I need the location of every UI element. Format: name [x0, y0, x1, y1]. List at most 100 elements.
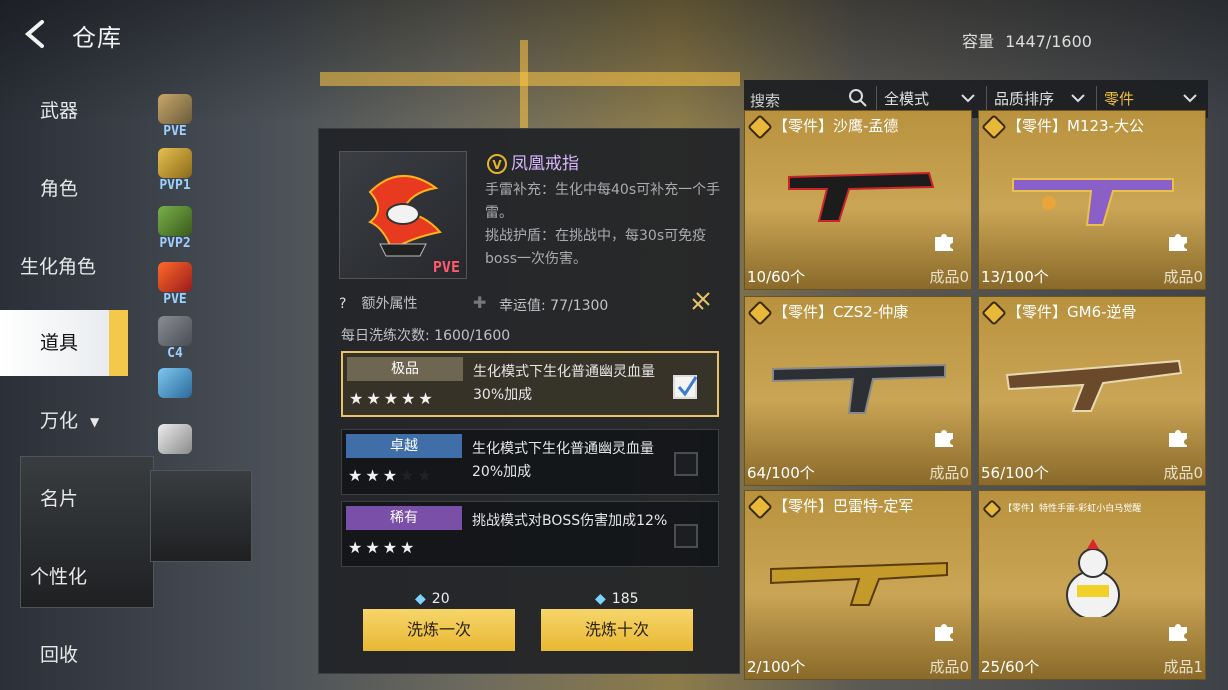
nav-label: 武器 [40, 100, 79, 122]
part-card[interactable]: 【零件】CZS2-仲康 64/100个 成品0 [744, 296, 972, 486]
puzzle-piece-icon [935, 624, 953, 641]
nav-item-props[interactable]: 道具 [0, 310, 128, 376]
item-icon [158, 424, 192, 454]
mode-value: 全模式 [884, 90, 930, 108]
part-name: 【零件】CZS2-仲康 [747, 299, 909, 326]
v-badge-icon [981, 113, 1007, 140]
stars-empty: ★★ [400, 466, 435, 485]
diamond-icon: ◆ [595, 591, 606, 607]
capacity-label: 容量 [962, 32, 995, 51]
item-detail-panel: PVE V 凤凰戒指 手雷补充：生化中每40s可补充一个手雷。 挑战护盾：在挑战中… [318, 128, 740, 674]
part-name-text: 【零件】M123-大公 [1007, 117, 1144, 135]
back-button[interactable] [18, 16, 54, 52]
v-badge-icon [747, 113, 773, 140]
strip-item[interactable]: PVE [152, 258, 198, 320]
nav-item-recycle[interactable]: 回收 [0, 622, 128, 688]
part-name: 【零件】沙鹰-孟德 [747, 113, 898, 140]
chevron-down-icon [1071, 94, 1085, 103]
strip-item[interactable]: PVE [152, 90, 198, 152]
nav-label: 万化 [40, 410, 79, 432]
strip-item[interactable]: PVP2 [152, 202, 198, 264]
strip-label: PVE [163, 292, 187, 307]
part-count: 13/100个 [981, 268, 1049, 286]
finished-count: 成品0 [929, 658, 969, 676]
search-icon [849, 89, 867, 107]
nav-label: 道具 [40, 332, 79, 354]
part-card[interactable]: 【零件】巴雷特-定军 2/100个 成品0 [744, 490, 972, 680]
puzzle-piece-icon [935, 234, 953, 251]
finished-count: 成品0 [929, 464, 969, 482]
help-icon[interactable]: ? [339, 296, 357, 312]
option-description: 挑战模式对BOSS伤害加成12% [472, 513, 668, 529]
part-count: 2/100个 [747, 658, 806, 676]
v-badge-icon [981, 299, 1007, 326]
nav-item-personalize[interactable]: 个性化 [0, 544, 128, 610]
part-card[interactable]: 【零件】沙鹰-孟德 10/60个 成品0 [744, 110, 972, 290]
extra-attribute-label: 额外属性 [361, 296, 418, 312]
caret-down-icon: ▼ [90, 414, 100, 429]
refine-ten-button[interactable]: 洗炼十次 [541, 609, 693, 651]
description-line: 手雷补充：生化中每40s可补充一个手雷。 [485, 182, 721, 221]
part-card[interactable]: 【零件】GM6-逆骨 56/100个 成品0 [978, 296, 1206, 486]
part-name: 【零件】特性手雷-彩虹小白马觉醒 [981, 498, 1141, 519]
daily-refine-count: 每日洗练次数: 1600/1600 [341, 325, 510, 345]
nav-item-wanhua[interactable]: 万化 ▼ [0, 388, 128, 454]
divider [1096, 86, 1097, 112]
reroll-icon[interactable] [689, 289, 713, 313]
tier-badge: 卓越 [346, 434, 462, 458]
item-name-text: 凤凰戒指 [511, 154, 579, 174]
nav-item-cards[interactable]: 名片 [0, 466, 128, 532]
luck-label: 幸运值: [499, 298, 546, 314]
part-count: 25/60个 [981, 658, 1040, 676]
barrett-icon [770, 561, 948, 606]
refine-once-button[interactable]: 洗炼一次 [363, 609, 515, 651]
nav-label: 回收 [40, 644, 79, 666]
option-checkbox[interactable] [674, 452, 698, 476]
part-name: 【零件】GM6-逆骨 [981, 299, 1137, 326]
strip-label: C4 [167, 346, 183, 361]
puzzle-piece-icon [1169, 430, 1187, 447]
mode-tag: PVE [432, 258, 460, 276]
part-count: 64/100个 [747, 464, 815, 482]
item-name: V 凤凰戒指 [487, 149, 579, 174]
strip-item[interactable] [152, 364, 198, 426]
ceiling-light [320, 72, 740, 86]
rifle-icon [772, 363, 946, 414]
nav-label: 角色 [40, 178, 79, 200]
strip-label: PVP1 [159, 178, 191, 193]
star-rating: ★★★★ [348, 538, 466, 557]
cost-refine-ten: ◆ 185 [595, 591, 639, 607]
background-crate [150, 470, 252, 562]
part-count: 56/100个 [981, 464, 1049, 482]
nav-label: 名片 [40, 488, 79, 510]
part-name-text: 【零件】CZS2-仲康 [773, 303, 909, 321]
tier-badge: 稀有 [346, 506, 462, 530]
part-name-text: 【零件】巴雷特-定军 [773, 497, 914, 515]
stars-filled: ★★★ [348, 466, 401, 485]
part-card[interactable]: 【零件】特性手雷-彩虹小白马觉醒 25/60个 成品1 [978, 490, 1206, 680]
daily-label: 每日洗练次数: [341, 328, 430, 344]
part-count: 10/60个 [747, 268, 806, 286]
option-checkbox[interactable] [673, 375, 698, 399]
nav-item-characters[interactable]: 角色 [0, 156, 128, 222]
finished-count: 成品1 [1163, 658, 1203, 676]
refine-option[interactable]: 稀有 ★★★★ 挑战模式对BOSS伤害加成12% [341, 501, 719, 567]
refine-option[interactable]: 卓越 ★★★★★ 生化模式下生化普通幽灵血量20%加成 [341, 429, 719, 495]
divider [986, 86, 987, 112]
item-icon [158, 206, 192, 236]
nav-item-weapons[interactable]: 武器 [0, 78, 128, 144]
star-rating: ★★★★★ [348, 466, 466, 485]
option-description: 生化模式下生化普通幽灵血量30%加成 [473, 364, 655, 403]
luck-value: 77/1300 [550, 298, 609, 314]
chevron-down-icon [961, 94, 975, 103]
item-icon [158, 262, 192, 292]
option-checkbox[interactable] [674, 524, 698, 548]
strip-item[interactable]: PVP1 [152, 144, 198, 206]
option-description: 生化模式下生化普通幽灵血量20%加成 [472, 441, 654, 480]
prop-type-strip: PVE PVP1 PVP2 PVE C4 [152, 90, 198, 454]
part-card[interactable]: 【零件】M123-大公 13/100个 成品0 [978, 110, 1206, 290]
nav-item-bio-characters[interactable]: 生化角色 [0, 234, 128, 300]
chevron-left-icon [24, 20, 44, 48]
strip-item[interactable] [152, 420, 198, 482]
refine-option[interactable]: 极品 ★★★★★ 生化模式下生化普通幽灵血量30%加成 [341, 351, 719, 417]
